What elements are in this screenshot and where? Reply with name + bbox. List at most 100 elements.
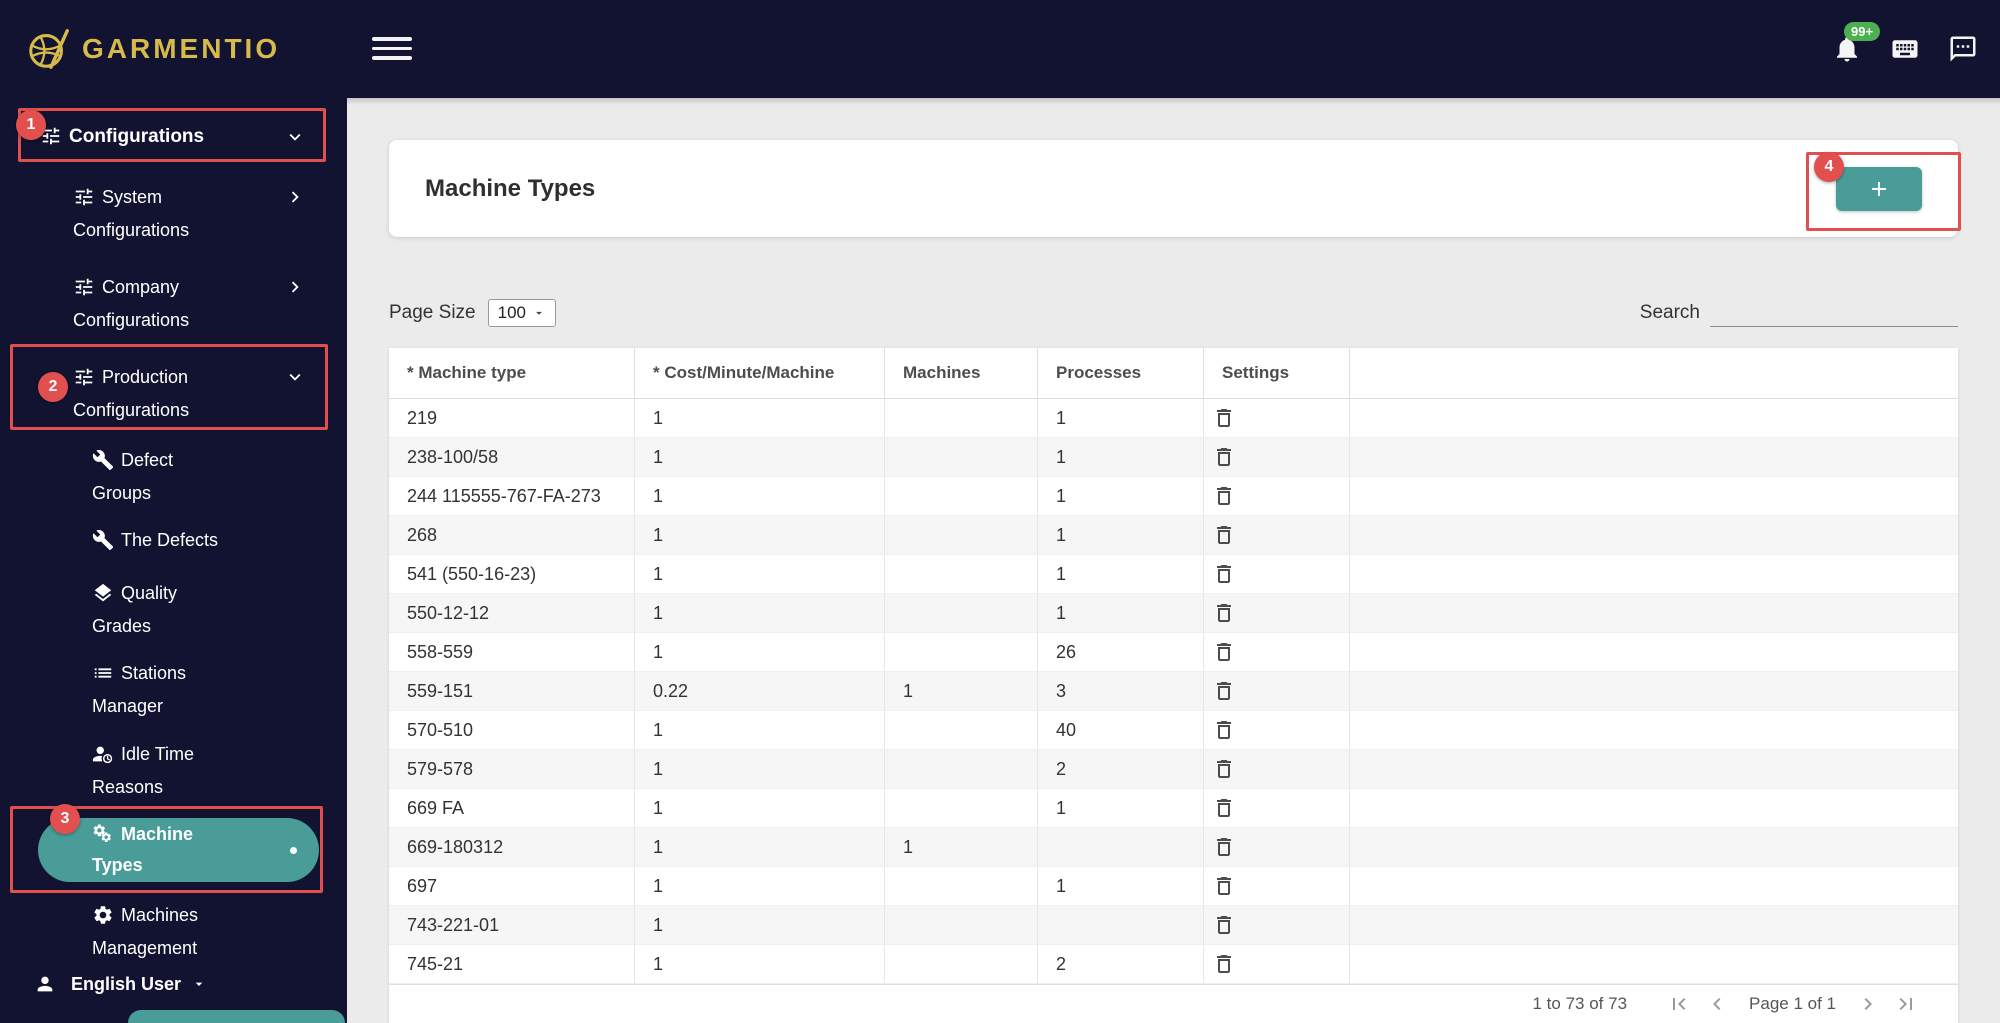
cell-cost: 1 bbox=[634, 750, 884, 788]
chevron-down-icon bbox=[284, 366, 306, 388]
cell-settings bbox=[1203, 399, 1349, 437]
col-machines[interactable]: Machines bbox=[884, 348, 1037, 398]
cell-filler bbox=[1349, 594, 1958, 632]
table-row: 550-12-12 1 1 bbox=[389, 594, 1958, 633]
sidebar-item-quality-grades[interactable]: Quality Grades bbox=[0, 577, 347, 643]
cell-filler bbox=[1349, 399, 1958, 437]
cell-machine-type: 697 bbox=[407, 875, 438, 896]
cell-settings bbox=[1203, 438, 1349, 476]
delete-row-button[interactable] bbox=[1212, 601, 1236, 625]
notifications-button[interactable]: 99+ bbox=[1832, 22, 1881, 64]
cell-settings bbox=[1203, 516, 1349, 554]
person-clock-icon bbox=[92, 743, 114, 765]
cell-machines: 1 bbox=[884, 828, 1037, 866]
delete-row-button[interactable] bbox=[1212, 952, 1236, 976]
delete-row-button[interactable] bbox=[1212, 406, 1236, 430]
cell-settings bbox=[1203, 711, 1349, 749]
first-page-button[interactable] bbox=[1667, 992, 1691, 1016]
sidebar-item-the-defects[interactable]: The Defects bbox=[0, 524, 347, 557]
cell-cost: 1 bbox=[634, 789, 884, 827]
col-settings[interactable]: Settings bbox=[1203, 348, 1349, 398]
cell-machines bbox=[884, 711, 1037, 749]
table-row: 697 1 1 bbox=[389, 867, 1958, 906]
cell-cost: 1 bbox=[634, 438, 884, 476]
chevron-left-icon bbox=[1705, 992, 1729, 1016]
cell-filler bbox=[1349, 906, 1958, 944]
annotation-badge-4: 4 bbox=[1814, 152, 1844, 182]
cell-machines bbox=[884, 906, 1037, 944]
delete-row-button[interactable] bbox=[1212, 523, 1236, 547]
chevron-right-icon bbox=[284, 186, 306, 208]
prev-page-button[interactable] bbox=[1705, 992, 1729, 1016]
delete-row-button[interactable] bbox=[1212, 484, 1236, 508]
keyboard-button[interactable] bbox=[1890, 34, 1920, 64]
table-row: 541 (550-16-23) 1 1 bbox=[389, 555, 1958, 594]
trash-icon bbox=[1212, 757, 1236, 781]
sidebar-item-idle-time-reasons[interactable]: Idle Time Reasons bbox=[0, 738, 347, 804]
table-body: 219 1 1 238-100/58 1 1 244 115555-767-FA… bbox=[389, 399, 1958, 984]
delete-row-button[interactable] bbox=[1212, 718, 1236, 742]
chat-button[interactable] bbox=[1948, 34, 1978, 64]
delete-row-button[interactable] bbox=[1212, 913, 1236, 937]
sidebar-item-machines-management[interactable]: Machines Management bbox=[0, 899, 347, 965]
cell-machine-type: 541 (550-16-23) bbox=[407, 563, 537, 584]
sidebar-item-company-configurations[interactable]: Company Configurations bbox=[0, 271, 347, 337]
delete-row-button[interactable] bbox=[1212, 562, 1236, 586]
delete-row-button[interactable] bbox=[1212, 796, 1236, 820]
cell-settings bbox=[1203, 555, 1349, 593]
cell-machines bbox=[884, 867, 1037, 905]
col-cost[interactable]: * Cost/Minute/Machine bbox=[634, 348, 884, 398]
sidebar-item-configurations[interactable]: Configurations bbox=[0, 112, 347, 162]
add-machine-type-button[interactable] bbox=[1836, 166, 1922, 211]
chevron-right-icon bbox=[1856, 992, 1880, 1016]
cell-processes: 1 bbox=[1037, 555, 1203, 593]
yarn-logo-icon bbox=[26, 26, 72, 72]
sidebar-bottom-highlight bbox=[128, 1010, 345, 1023]
list-icon bbox=[92, 662, 114, 684]
cell-machine-type: 669 FA bbox=[407, 797, 465, 818]
delete-row-button[interactable] bbox=[1212, 679, 1236, 703]
next-page-button[interactable] bbox=[1856, 992, 1880, 1016]
wrench-icon bbox=[92, 529, 114, 551]
sidebar-item-stations-manager[interactable]: Stations Manager bbox=[0, 657, 347, 723]
menu-toggle-button[interactable] bbox=[372, 37, 412, 66]
sidebar-item-system-configurations[interactable]: System Configurations bbox=[0, 181, 347, 247]
col-machine-type[interactable]: * Machine type bbox=[389, 348, 634, 398]
sidebar-item-machine-types[interactable]: Machine Types bbox=[38, 818, 319, 882]
chat-icon bbox=[1948, 34, 1978, 64]
cell-processes: 3 bbox=[1037, 672, 1203, 710]
cell-cost: 1 bbox=[634, 555, 884, 593]
trash-icon bbox=[1212, 835, 1236, 859]
search-input[interactable] bbox=[1710, 299, 1958, 327]
cell-cost: 1 bbox=[634, 711, 884, 749]
user-label: English User bbox=[71, 973, 182, 994]
cell-filler bbox=[1349, 945, 1958, 983]
table-row: 559-151 0.22 1 3 bbox=[389, 672, 1958, 711]
cell-filler bbox=[1349, 477, 1958, 515]
last-page-icon bbox=[1894, 992, 1918, 1016]
cell-settings bbox=[1203, 672, 1349, 710]
cell-filler bbox=[1349, 711, 1958, 749]
user-menu[interactable]: English User bbox=[34, 973, 207, 995]
sidebar-item-label: Configurations bbox=[69, 126, 205, 147]
delete-row-button[interactable] bbox=[1212, 835, 1236, 859]
delete-row-button[interactable] bbox=[1212, 874, 1236, 898]
page-size-value: 100 bbox=[497, 303, 526, 322]
controls-row: Page Size 100 Search bbox=[389, 292, 1958, 334]
cell-filler bbox=[1349, 633, 1958, 671]
page-size-select[interactable]: 100 bbox=[487, 299, 556, 327]
trash-icon bbox=[1212, 484, 1236, 508]
cell-machine-type: 238-100/58 bbox=[407, 446, 499, 467]
sidebar-item-defect-groups[interactable]: Defect Groups bbox=[0, 444, 347, 510]
col-processes[interactable]: Processes bbox=[1037, 348, 1203, 398]
page-title: Machine Types bbox=[425, 174, 596, 202]
delete-row-button[interactable] bbox=[1212, 445, 1236, 469]
cell-processes: 1 bbox=[1037, 438, 1203, 476]
person-icon bbox=[34, 973, 56, 995]
trash-icon bbox=[1212, 679, 1236, 703]
delete-row-button[interactable] bbox=[1212, 640, 1236, 664]
delete-row-button[interactable] bbox=[1212, 757, 1236, 781]
last-page-button[interactable] bbox=[1894, 992, 1918, 1016]
cogs-icon bbox=[92, 823, 114, 845]
table-row: 743-221-01 1 bbox=[389, 906, 1958, 945]
